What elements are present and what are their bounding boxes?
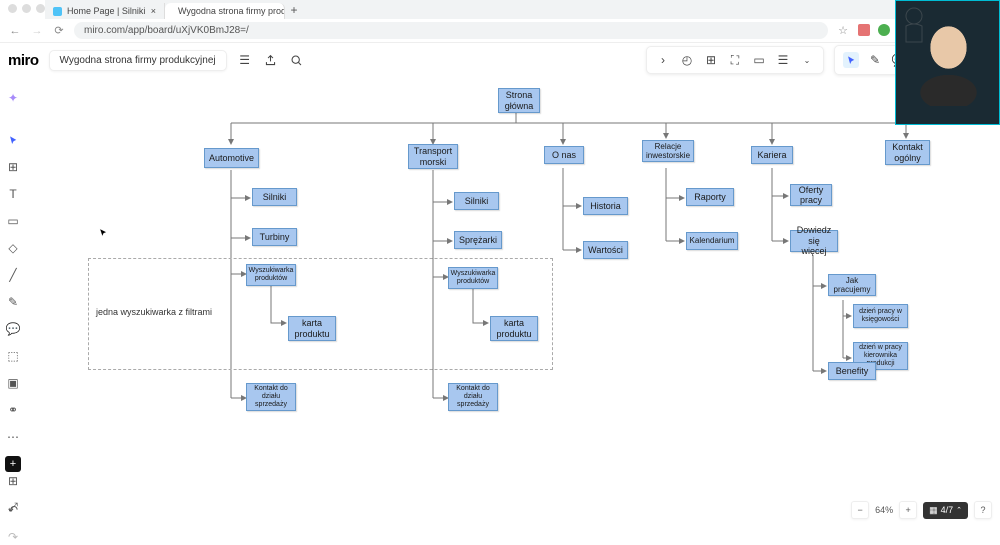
redo-icon[interactable]: ↷ [5, 529, 21, 545]
node[interactable]: Wyszukiwarka produktów [246, 264, 296, 286]
left-toolbar-bottom: ⊞ ⤢ [3, 473, 23, 515]
card-icon[interactable]: ▭ [751, 52, 767, 68]
node[interactable]: Kontakt do działu sprzedaży [246, 383, 296, 411]
new-tab-button[interactable]: + [285, 1, 303, 19]
zoom-in-button[interactable]: + [899, 501, 917, 519]
favicon [53, 7, 62, 16]
window-max[interactable] [36, 4, 45, 13]
pages-indicator[interactable]: ▦ 4/7 ⌃ [923, 502, 968, 519]
browser-tab-active[interactable]: Wygodna strona firmy produ… × [165, 3, 285, 19]
address-bar[interactable]: miro.com/app/board/uXjVK0BmJ28=/ [74, 22, 828, 39]
miro-logo[interactable]: miro [8, 52, 39, 69]
expand-icon[interactable]: ⤢ [5, 499, 21, 515]
zoom-level[interactable]: 64% [875, 505, 893, 515]
node[interactable]: Kalendarium [686, 232, 738, 250]
connect-tool[interactable]: ⚭ [5, 402, 21, 418]
chevron-up-icon: ⌃ [956, 506, 962, 514]
node-kontakt[interactable]: Kontakt ogólny [885, 140, 930, 165]
node[interactable]: Wyszukiwarka produktów [448, 267, 498, 289]
node[interactable]: karta produktu [490, 316, 538, 341]
tab-title: Home Page | Silniki [67, 6, 145, 16]
node[interactable]: Sprężarki [454, 231, 502, 249]
node-automotive[interactable]: Automotive [204, 148, 259, 168]
app-icon[interactable]: ⊞ [703, 52, 719, 68]
pen-icon[interactable]: ✎ [867, 52, 883, 68]
pages-text: 4/7 [941, 505, 954, 515]
node[interactable]: dzień pracy w księgowości [853, 304, 908, 328]
comment-tool[interactable]: 💬 [5, 321, 21, 337]
close-icon[interactable]: × [151, 6, 156, 16]
node[interactable]: Oferty pracy [790, 184, 832, 206]
browser-toolbar: ← → ⟳ miro.com/app/board/uXjVK0BmJ28=/ ☆… [0, 19, 1000, 43]
tab-title: Wygodna strona firmy produ… [178, 6, 285, 16]
node[interactable]: Jak pracujemy [828, 274, 876, 296]
forward-icon[interactable]: → [30, 24, 44, 38]
node[interactable]: Turbiny [252, 228, 297, 246]
frame2-tool[interactable]: ▣ [5, 375, 21, 391]
node-transport[interactable]: Transport morski [408, 144, 458, 169]
zoom-controls: − 64% + ▦ 4/7 ⌃ ? [851, 501, 992, 519]
node[interactable]: Dowiedz się więcej [790, 230, 838, 252]
node[interactable]: Silniki [252, 188, 297, 206]
frame-icon[interactable]: ⛶ [727, 52, 743, 68]
webcam-overlay [895, 0, 1000, 125]
help-icon[interactable]: ? [974, 501, 992, 519]
sparkle-icon[interactable]: ✦ [5, 90, 21, 106]
extension-icon[interactable] [878, 24, 890, 36]
more-tool[interactable]: ⋯ [5, 429, 21, 445]
browser-tab[interactable]: Home Page | Silniki × [45, 3, 165, 19]
canvas[interactable]: jedna wyszukiwarka z filtrami Strona głó… [28, 78, 1000, 525]
selection-label: jedna wyszukiwarka z filtrami [96, 307, 212, 317]
chevron-down-icon[interactable]: ⌄ [799, 52, 815, 68]
select-tool[interactable] [5, 132, 21, 148]
menu-icon[interactable]: ☰ [237, 52, 253, 68]
add-tool[interactable]: + [5, 456, 21, 472]
template-tool[interactable]: ⊞ [5, 159, 21, 175]
back-icon[interactable]: ← [8, 24, 22, 38]
node[interactable]: karta produktu [288, 316, 336, 341]
chevron-right-icon[interactable]: › [655, 52, 671, 68]
text-tool[interactable]: T [5, 186, 21, 202]
node[interactable]: Silniki [454, 192, 499, 210]
window-controls[interactable] [8, 4, 45, 13]
node[interactable]: Raporty [686, 188, 734, 206]
app-header: miro Wygodna strona firmy produkcyjnej ☰… [0, 43, 1000, 77]
extension-icon[interactable] [858, 24, 870, 36]
list-icon[interactable]: ☰ [775, 52, 791, 68]
webcam-person [911, 16, 986, 106]
toolbar-group: › ◴ ⊞ ⛶ ▭ ☰ ⌄ [646, 46, 824, 74]
node[interactable]: Wartości [583, 241, 628, 259]
frame-icon: ▦ [929, 505, 938, 516]
board-title-input[interactable]: Wygodna strona firmy produkcyjnej [49, 50, 227, 71]
browser-tabbar: Home Page | Silniki × Wygodna strona fir… [45, 0, 1000, 19]
window-close[interactable] [8, 4, 17, 13]
node-root[interactable]: Strona główna [498, 88, 540, 113]
pen-tool[interactable]: ✎ [5, 294, 21, 310]
reload-icon[interactable]: ⟳ [52, 24, 66, 38]
node-kariera[interactable]: Kariera [751, 146, 793, 164]
timer-icon[interactable]: ◴ [679, 52, 695, 68]
line-tool[interactable]: ╱ [5, 267, 21, 283]
node-onas[interactable]: O nas [544, 146, 584, 164]
star-icon[interactable]: ☆ [836, 24, 850, 38]
sticky-tool[interactable]: ▭ [5, 213, 21, 229]
zoom-out-button[interactable]: − [851, 501, 869, 519]
cursor-icon[interactable] [843, 52, 859, 68]
search-icon[interactable] [289, 52, 305, 68]
node-relacje[interactable]: Relacje inwestorskie [642, 140, 694, 162]
window-min[interactable] [22, 4, 31, 13]
export-icon[interactable] [263, 52, 279, 68]
url-text: miro.com/app/board/uXjVK0BmJ28=/ [84, 25, 249, 36]
node[interactable]: Kontakt do działu sprzedaży [448, 383, 498, 411]
node[interactable]: Historia [583, 197, 628, 215]
frame-tool[interactable]: ⬚ [5, 348, 21, 364]
grid-icon[interactable]: ⊞ [5, 473, 21, 489]
shape-tool[interactable]: ◇ [5, 240, 21, 256]
node[interactable]: Benefity [828, 362, 876, 380]
mouse-cursor [99, 228, 109, 238]
